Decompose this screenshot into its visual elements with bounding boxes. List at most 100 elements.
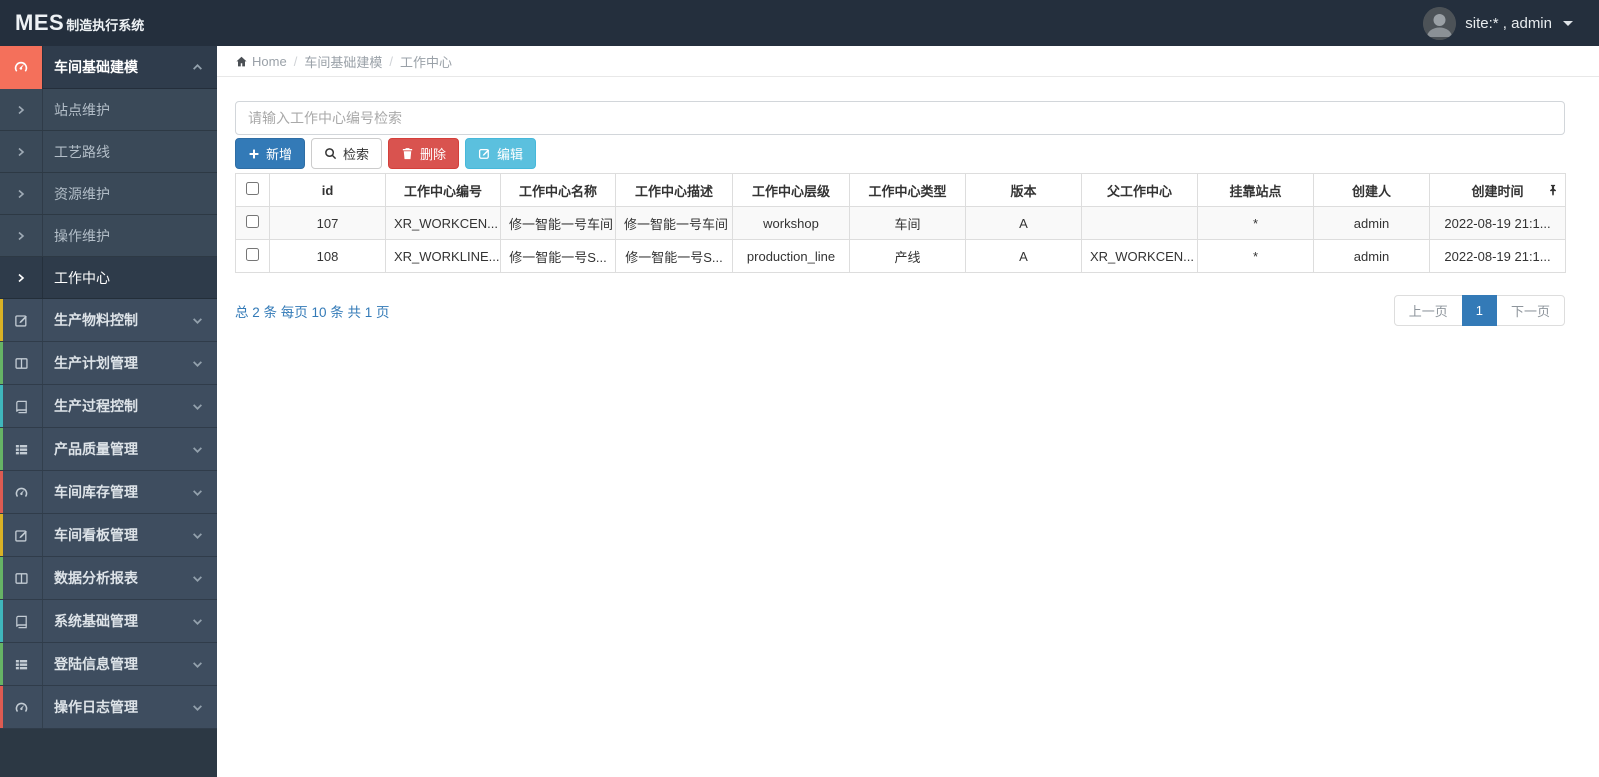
sidebar-item-operation-log-management[interactable]: 操作日志管理	[0, 686, 217, 729]
chevron-down-icon	[192, 444, 203, 455]
sidebar-footer	[0, 729, 217, 777]
cell-id: 108	[269, 239, 386, 273]
work-center-table: id 工作中心编号 工作中心名称 工作中心描述 工作中心层级 工作中心类型 版本…	[235, 173, 1566, 273]
sidebar-subitem-operation-maintenance[interactable]: 操作维护	[0, 215, 217, 257]
sidebar-item-label: 生产计划管理	[54, 355, 138, 371]
cell-created-time: 2022-08-19 21:1...	[1429, 239, 1566, 273]
column-header-name: 工作中心名称	[500, 173, 616, 207]
add-button[interactable]: 新增	[235, 138, 306, 169]
row-checkbox[interactable]	[246, 215, 259, 228]
cell-code: XR_WORKLINE...	[385, 239, 501, 273]
cell-creator: admin	[1313, 239, 1430, 273]
sidebar-item-label: 系统基础管理	[54, 613, 138, 629]
sidebar-item-product-quality-management[interactable]: 产品质量管理	[0, 428, 217, 471]
sidebar-item-data-analysis-report[interactable]: 数据分析报表	[0, 557, 217, 600]
row-checkbox[interactable]	[246, 248, 259, 261]
sidebar-item-production-material-control[interactable]: 生产物料控制	[0, 299, 217, 342]
sidebar-item-workshop-inventory-management[interactable]: 车间库存管理	[0, 471, 217, 514]
sidebar-item-label: 车间库存管理	[54, 484, 138, 500]
search-button[interactable]: 检索	[311, 138, 383, 169]
user-label: site:* , admin	[1465, 14, 1552, 32]
columns-icon	[0, 571, 42, 586]
column-header-type: 工作中心类型	[849, 173, 966, 207]
sidebar-item-production-process-control[interactable]: 生产过程控制	[0, 385, 217, 428]
column-header-code: 工作中心编号	[385, 173, 501, 207]
brand-logo[interactable]: MES 制造执行系统	[15, 10, 144, 36]
subitem-label: 资源维护	[54, 185, 110, 202]
cell-name: 修一智能一号S...	[500, 239, 616, 273]
delete-button-label: 删除	[420, 147, 447, 162]
trash-icon	[402, 148, 413, 160]
search-icon	[325, 148, 337, 160]
sidebar-item-workshop-kanban-management[interactable]: 车间看板管理	[0, 514, 217, 557]
gauge-icon	[0, 700, 42, 715]
chevron-down-icon	[192, 702, 203, 713]
edit-square-icon	[0, 313, 42, 328]
pin-icon[interactable]	[1548, 184, 1558, 197]
pagination-summary: 总 2 条 每页 10 条 共 1 页	[235, 304, 390, 320]
cell-station: *	[1197, 239, 1314, 273]
page-1-button[interactable]: 1	[1461, 295, 1497, 326]
cell-version: A	[965, 206, 1082, 240]
chevron-right-icon	[0, 147, 42, 157]
sidebar-subitem-process-route[interactable]: 工艺路线	[0, 131, 217, 173]
column-header-station: 挂靠站点	[1197, 173, 1314, 207]
list-icon	[0, 442, 42, 457]
chevron-right-icon	[0, 231, 42, 241]
chevron-down-icon	[192, 530, 203, 541]
column-header-created-time: 创建时间	[1429, 173, 1566, 207]
edit-square-icon	[0, 528, 42, 543]
cell-type: 车间	[849, 206, 966, 240]
cell-version: A	[965, 239, 1082, 273]
chevron-down-icon	[192, 573, 203, 584]
sidebar-item-production-plan-management[interactable]: 生产计划管理	[0, 342, 217, 385]
columns-icon	[0, 356, 42, 371]
main-content: Home / 车间基础建模 / 工作中心 新增 检索 删除 编辑	[217, 46, 1599, 777]
delete-button[interactable]: 删除	[388, 138, 460, 169]
cell-creator: admin	[1313, 206, 1430, 240]
gauge-icon	[0, 45, 42, 89]
breadcrumb-item-workshop-basic-modeling[interactable]: 车间基础建模	[304, 52, 382, 71]
cell-name: 修一智能一号车间	[500, 206, 616, 240]
cell-station: *	[1197, 206, 1314, 240]
user-menu[interactable]: site:* , admin	[1423, 6, 1573, 40]
created-time-label: 创建时间	[1471, 183, 1524, 199]
cell-level: workshop	[732, 206, 850, 240]
subitem-label: 工作中心	[54, 269, 110, 286]
chevron-right-icon	[0, 189, 42, 199]
column-header-version: 版本	[965, 173, 1082, 207]
column-header-id: id	[269, 173, 386, 207]
breadcrumb-home-label: Home	[252, 53, 287, 69]
cell-created-time: 2022-08-19 21:1...	[1429, 206, 1566, 240]
edit-button-label: 编辑	[497, 147, 524, 162]
breadcrumb-separator: /	[389, 53, 393, 69]
home-icon	[236, 56, 247, 66]
row-checkbox-cell	[235, 239, 270, 273]
page-body: 新增 检索 删除 编辑	[217, 77, 1599, 326]
caret-down-icon	[1563, 20, 1573, 26]
chevron-down-icon	[192, 401, 203, 412]
sidebar-item-login-info-management[interactable]: 登陆信息管理	[0, 643, 217, 686]
sidebar-subitem-site-maintenance[interactable]: 站点维护	[0, 89, 217, 131]
sidebar-item-workshop-basic-modeling[interactable]: 车间基础建模	[0, 45, 217, 89]
sidebar-item-system-basic-management[interactable]: 系统基础管理	[0, 600, 217, 643]
cell-description: 修一智能一号车间	[615, 206, 733, 240]
next-page-button[interactable]: 下一页	[1495, 295, 1565, 326]
chevron-right-icon	[0, 273, 42, 283]
brand-secondary-text: 制造执行系统	[66, 18, 145, 33]
cell-level: production_line	[732, 239, 850, 273]
edit-button[interactable]: 编辑	[465, 138, 537, 169]
table-header-row: id 工作中心编号 工作中心名称 工作中心描述 工作中心层级 工作中心类型 版本…	[235, 173, 1566, 207]
prev-page-button[interactable]: 上一页	[1393, 295, 1463, 326]
header-checkbox-cell	[235, 173, 270, 207]
subitem-label: 站点维护	[54, 101, 110, 118]
cell-parent: XR_WORKCEN...	[1081, 239, 1198, 273]
subitem-label: 工艺路线	[54, 143, 110, 160]
sidebar-subitem-work-center[interactable]: 工作中心	[0, 257, 217, 299]
select-all-checkbox[interactable]	[246, 182, 259, 195]
breadcrumb-home[interactable]: Home	[235, 54, 287, 69]
column-header-creator: 创建人	[1313, 173, 1430, 207]
sidebar-subitem-resource-maintenance[interactable]: 资源维护	[0, 173, 217, 215]
search-input[interactable]	[235, 101, 1565, 135]
column-header-level: 工作中心层级	[732, 173, 850, 207]
